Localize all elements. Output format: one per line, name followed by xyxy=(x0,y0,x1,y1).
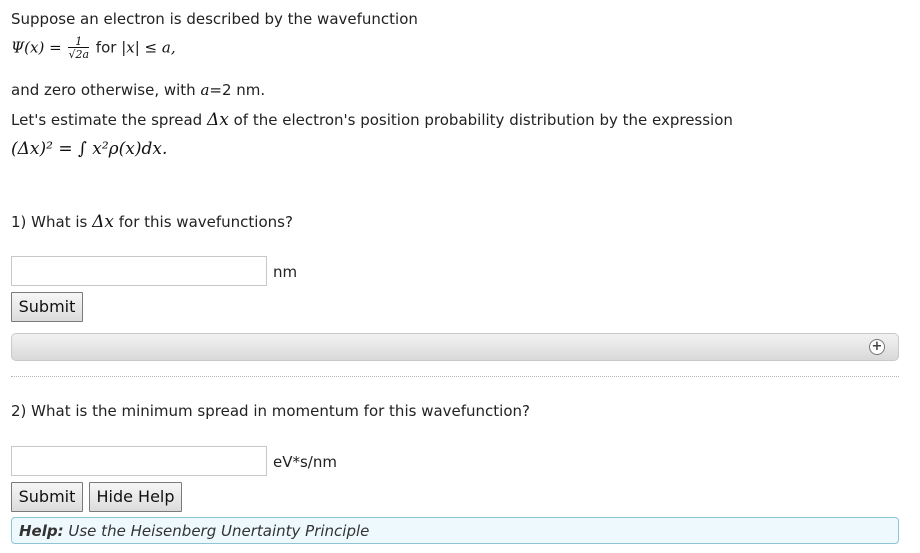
intro-line-4: Let's estimate the spread Δx of the elec… xyxy=(11,110,733,130)
delta-x-symbol: Δx xyxy=(206,110,229,130)
expand-bar[interactable]: + xyxy=(11,333,899,361)
intro-line-3: and zero otherwise, with a=2 nm. xyxy=(11,81,265,99)
a-value: =2 nm. xyxy=(209,81,266,99)
fraction-denominator: √2a xyxy=(68,48,90,61)
help-box: Help: Use the Heisenberg Unertainty Prin… xyxy=(11,517,899,544)
q1-unit: nm xyxy=(273,263,298,281)
question-1: 1) What is Δx for this wavefunctions? xyxy=(11,212,293,232)
q1-answer-input[interactable] xyxy=(11,256,267,286)
line3-text: and zero otherwise, with xyxy=(11,81,196,99)
help-text: Use the Heisenberg Unertainty Principle xyxy=(68,522,370,540)
intro-line-1: Suppose an electron is described by the … xyxy=(11,10,418,28)
wavefunction-lhs: Ψ(x) = xyxy=(11,38,62,57)
section-divider xyxy=(11,376,899,377)
condition-math: |x| ≤ a, xyxy=(121,38,176,57)
question-2: 2) What is the minimum spread in momentu… xyxy=(11,402,530,420)
line4-pre: Let's estimate the spread xyxy=(11,111,203,129)
wavefunction-definition: Ψ(x) = 1 √2a for |x| ≤ a, xyxy=(11,36,176,60)
q2-unit: eV*s/nm xyxy=(273,453,337,471)
q1-pre: 1) What is xyxy=(11,213,88,231)
hide-help-button[interactable]: Hide Help xyxy=(89,482,182,512)
line4-post: of the electron's position probability d… xyxy=(233,111,733,129)
help-label: Help: xyxy=(19,522,64,540)
q1-post: for this wavefunctions? xyxy=(118,213,293,231)
q2-submit-button[interactable]: Submit xyxy=(11,482,83,512)
q2-answer-input[interactable] xyxy=(11,446,267,476)
spread-expression: (Δx)² = ∫ x²ρ(x)dx. xyxy=(11,139,168,159)
wavefunction-fraction: 1 √2a xyxy=(68,36,90,61)
plus-circle-icon[interactable]: + xyxy=(869,339,885,355)
q1-submit-button[interactable]: Submit xyxy=(11,292,83,322)
fraction-numerator: 1 xyxy=(68,36,90,48)
condition-text: for xyxy=(95,38,117,57)
q1-symbol: Δx xyxy=(92,212,114,232)
